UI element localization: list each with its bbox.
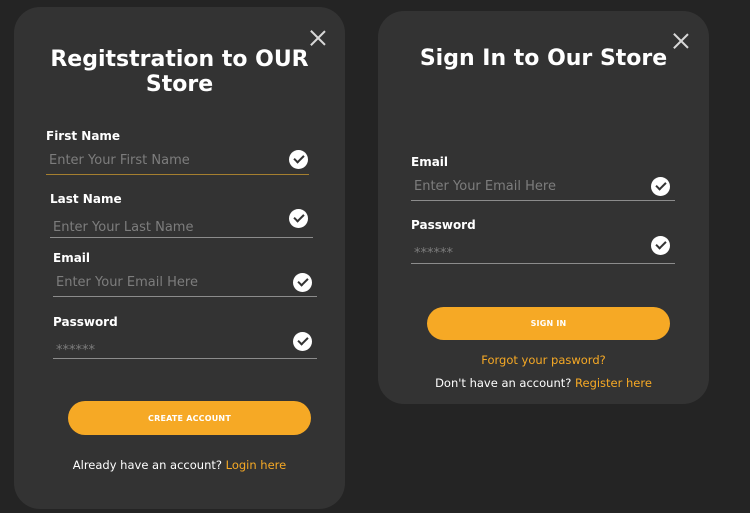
- login-link[interactable]: Login here: [226, 458, 287, 472]
- first-name-field: [46, 146, 309, 175]
- login-prompt: Already have an account? Login here: [14, 458, 345, 472]
- registration-title-line1: Regitstration to OUR: [50, 47, 309, 72]
- signin-password-label: Password: [411, 218, 476, 232]
- signin-email-input[interactable]: [411, 172, 642, 200]
- password-field: [53, 330, 317, 364]
- password-input[interactable]: [53, 336, 284, 364]
- signin-password-field: [411, 235, 675, 267]
- forgot-password-link[interactable]: Forgot your pasword?: [481, 353, 606, 367]
- check-circle-icon: [651, 177, 670, 196]
- register-prompt: Don't have an account? Register here: [378, 376, 709, 390]
- registration-title: Regitstration to OUR Store: [14, 47, 345, 97]
- check-circle-icon: [293, 332, 312, 351]
- check-circle-icon: [289, 150, 308, 169]
- check-circle-icon: [651, 236, 670, 255]
- create-account-button[interactable]: CREATE ACCOUNT: [68, 401, 311, 435]
- signin-card: Sign In to Our Store Email Password SIGN…: [378, 11, 709, 404]
- signin-email-field: [411, 172, 675, 201]
- signin-button[interactable]: SIGN IN: [427, 307, 670, 340]
- signin-title: Sign In to Our Store: [419, 46, 668, 71]
- email-field: [53, 268, 317, 297]
- login-prompt-text: Already have an account?: [72, 458, 222, 472]
- last-name-field: [50, 209, 313, 241]
- first-name-label: First Name: [46, 129, 121, 143]
- last-name-input[interactable]: [50, 213, 281, 241]
- email-input[interactable]: [53, 268, 284, 296]
- register-prompt-text: Don't have an account?: [435, 376, 572, 390]
- email-label: Email: [53, 251, 91, 265]
- registration-card: Regitstration to OUR Store First Name La…: [14, 7, 345, 509]
- last-name-label: Last Name: [50, 192, 122, 206]
- check-circle-icon: [289, 209, 308, 228]
- register-link[interactable]: Register here: [575, 376, 652, 390]
- password-label: Password: [53, 315, 118, 329]
- close-icon[interactable]: [310, 30, 326, 46]
- registration-title-line2: Store: [145, 72, 214, 97]
- first-name-input[interactable]: [46, 146, 277, 174]
- signin-email-label: Email: [411, 155, 449, 169]
- check-circle-icon: [293, 273, 312, 292]
- forgot-password-row: Forgot your pasword?: [378, 353, 709, 367]
- signin-password-input[interactable]: [411, 239, 642, 267]
